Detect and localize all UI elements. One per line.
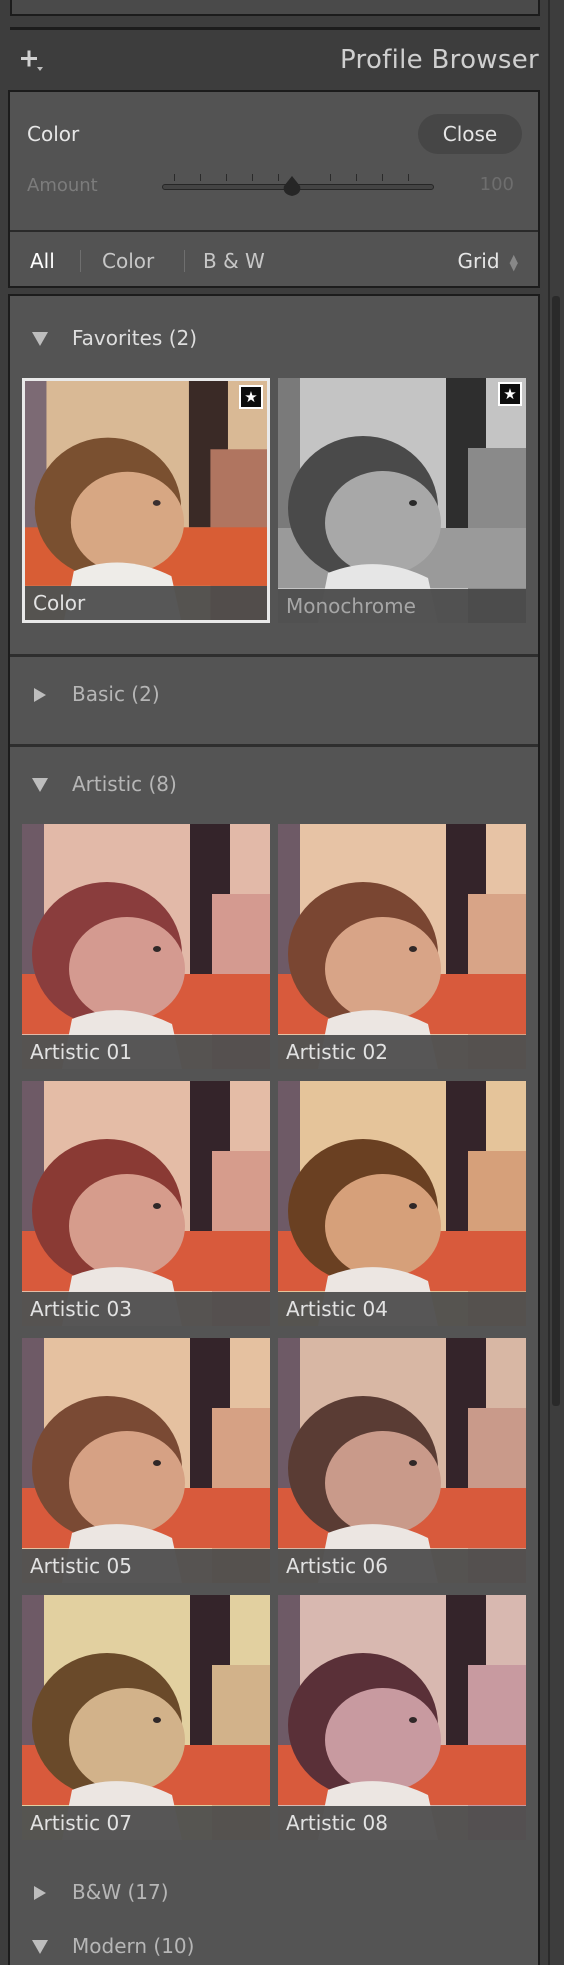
previous-panel-edge bbox=[10, 0, 540, 16]
slider-tick bbox=[408, 174, 409, 181]
profile-thumb-color[interactable]: ★ Color bbox=[22, 378, 270, 623]
filter-separator bbox=[184, 250, 185, 272]
profile-caption: Artistic 03 bbox=[22, 1292, 270, 1326]
panel-divider bbox=[10, 230, 538, 232]
baby-photo-thumbnail bbox=[278, 1338, 526, 1583]
amount-label: Amount bbox=[27, 175, 98, 196]
group-divider bbox=[10, 654, 538, 657]
profile-thumb-artistic-01[interactable]: Artistic 01 bbox=[22, 824, 270, 1069]
profile-controls-panel: Color Close Amount 100 All Color B & W G… bbox=[8, 90, 540, 288]
group-header-basic[interactable]: Basic (2) bbox=[10, 676, 538, 716]
slider-tick bbox=[174, 174, 175, 181]
outer-panel-border bbox=[548, 0, 550, 1965]
profile-caption: Artistic 02 bbox=[278, 1035, 526, 1069]
group-header-bw[interactable]: B&W (17) bbox=[10, 1874, 538, 1914]
profile-caption: Artistic 06 bbox=[278, 1549, 526, 1583]
amount-slider-knob[interactable] bbox=[280, 174, 304, 198]
baby-photo-thumbnail bbox=[22, 1338, 270, 1583]
favorite-star-icon[interactable]: ★ bbox=[498, 382, 522, 406]
disclosure-expanded-icon bbox=[32, 1940, 48, 1954]
panel-title: Profile Browser bbox=[340, 45, 539, 75]
profile-thumb-artistic-08[interactable]: Artistic 08 bbox=[278, 1595, 526, 1840]
view-mode-select[interactable]: Grid ▲ ▼ bbox=[458, 238, 518, 284]
profile-thumb-artistic-06[interactable]: Artistic 06 bbox=[278, 1338, 526, 1583]
baby-photo-thumbnail bbox=[278, 378, 526, 623]
profile-thumb-artistic-05[interactable]: Artistic 05 bbox=[22, 1338, 270, 1583]
disclosure-collapsed-icon bbox=[34, 688, 46, 702]
group-header-modern[interactable]: Modern (10) bbox=[10, 1928, 538, 1965]
plus-with-dropdown-icon[interactable] bbox=[16, 45, 46, 75]
slider-tick bbox=[330, 174, 331, 181]
baby-photo-thumbnail bbox=[22, 824, 270, 1069]
filter-all[interactable]: All bbox=[30, 238, 55, 284]
filter-bw[interactable]: B & W bbox=[203, 238, 265, 284]
profile-thumb-artistic-04[interactable]: Artistic 04 bbox=[278, 1081, 526, 1326]
view-mode-label: Grid bbox=[457, 249, 500, 273]
baby-photo-thumbnail bbox=[278, 1081, 526, 1326]
up-down-arrows-icon: ▲ ▼ bbox=[509, 251, 518, 273]
profile-browser-header: Profile Browser bbox=[0, 31, 564, 89]
profile-thumb-artistic-07[interactable]: Artistic 07 bbox=[22, 1595, 270, 1840]
baby-photo-thumbnail bbox=[25, 381, 267, 620]
panel-divider bbox=[10, 27, 540, 30]
filter-color[interactable]: Color bbox=[102, 238, 154, 284]
profile-grid-panel: Favorites (2) ★ Color ★ Monochrome Basic… bbox=[8, 294, 540, 1965]
group-label: B&W (17) bbox=[72, 1880, 169, 1904]
disclosure-collapsed-icon bbox=[34, 1886, 46, 1900]
scrollbar-thumb[interactable] bbox=[552, 296, 560, 1406]
disclosure-expanded-icon bbox=[32, 778, 48, 792]
group-label: Favorites (2) bbox=[72, 326, 198, 350]
profile-caption: Artistic 08 bbox=[278, 1806, 526, 1840]
baby-photo-thumbnail bbox=[22, 1595, 270, 1840]
profile-caption: Artistic 05 bbox=[22, 1549, 270, 1583]
current-profile-name: Color bbox=[27, 122, 80, 146]
slider-tick bbox=[356, 174, 357, 181]
group-label: Basic (2) bbox=[72, 682, 160, 706]
filter-separator bbox=[80, 250, 81, 272]
profile-caption: Artistic 01 bbox=[22, 1035, 270, 1069]
profile-caption: Artistic 07 bbox=[22, 1806, 270, 1840]
profile-thumb-monochrome[interactable]: ★ Monochrome bbox=[278, 378, 526, 623]
profile-caption: Monochrome bbox=[278, 589, 526, 623]
slider-tick bbox=[252, 174, 253, 181]
profile-thumb-artistic-03[interactable]: Artistic 03 bbox=[22, 1081, 270, 1326]
profile-caption: Color bbox=[25, 586, 267, 620]
group-header-artistic[interactable]: Artistic (8) bbox=[10, 766, 538, 806]
group-label: Modern (10) bbox=[72, 1934, 195, 1958]
slider-tick bbox=[200, 174, 201, 181]
group-label: Artistic (8) bbox=[72, 772, 177, 796]
slider-tick bbox=[226, 174, 227, 181]
amount-value: 100 bbox=[479, 174, 514, 195]
group-header-favorites[interactable]: Favorites (2) bbox=[10, 320, 538, 360]
slider-tick bbox=[382, 174, 383, 181]
close-button[interactable]: Close bbox=[418, 114, 522, 154]
profile-caption: Artistic 04 bbox=[278, 1292, 526, 1326]
group-divider bbox=[10, 744, 538, 747]
disclosure-expanded-icon bbox=[32, 332, 48, 346]
baby-photo-thumbnail bbox=[278, 1595, 526, 1840]
profile-thumb-artistic-02[interactable]: Artistic 02 bbox=[278, 824, 526, 1069]
baby-photo-thumbnail bbox=[278, 824, 526, 1069]
baby-photo-thumbnail bbox=[22, 1081, 270, 1326]
favorite-star-icon[interactable]: ★ bbox=[239, 385, 263, 409]
slider-tick bbox=[278, 174, 279, 181]
